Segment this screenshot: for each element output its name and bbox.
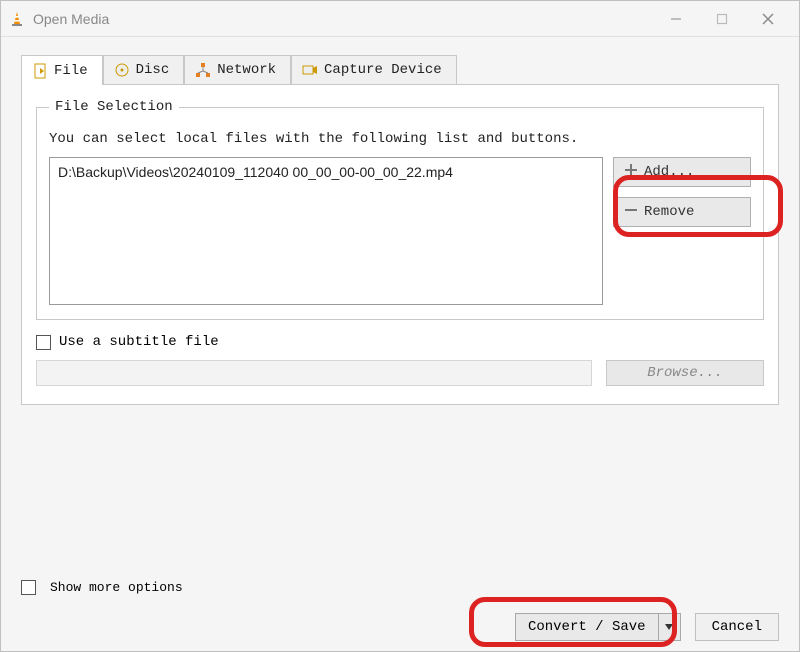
- tab-capture[interactable]: Capture Device: [291, 55, 457, 85]
- tab-disc[interactable]: Disc: [103, 55, 185, 85]
- disc-icon: [114, 62, 130, 78]
- remove-button-label: Remove: [644, 204, 694, 220]
- add-button-label: Add...: [644, 164, 694, 180]
- minus-icon: [624, 203, 638, 222]
- open-media-window: Open Media File Disc: [0, 0, 800, 652]
- file-list[interactable]: D:\Backup\Videos\20240109_112040 00_00_0…: [49, 157, 603, 305]
- footer: Show more options Convert / Save C: [21, 560, 779, 641]
- show-more-label: Show more options: [50, 580, 183, 595]
- titlebar: Open Media: [1, 1, 799, 37]
- window-title: Open Media: [33, 11, 109, 27]
- use-subtitle-row: Use a subtitle file: [36, 334, 764, 350]
- plus-icon: [624, 163, 638, 182]
- client-area: File Disc Network Capture Device: [1, 37, 799, 651]
- convert-save-button[interactable]: Convert / Save: [515, 613, 681, 641]
- file-selection-group: File Selection You can select local file…: [36, 99, 764, 320]
- tab-network[interactable]: Network: [184, 55, 291, 85]
- convert-save-dropdown[interactable]: [658, 614, 680, 640]
- file-selection-help: You can select local files with the foll…: [49, 131, 751, 147]
- network-icon: [195, 62, 211, 78]
- maximize-button[interactable]: [699, 1, 745, 37]
- chevron-down-icon: [665, 619, 673, 635]
- file-selection-legend: File Selection: [49, 99, 179, 115]
- file-icon: [32, 63, 48, 79]
- cancel-button[interactable]: Cancel: [695, 613, 779, 641]
- convert-save-label: Convert / Save: [528, 619, 646, 635]
- tab-capture-label: Capture Device: [324, 62, 442, 78]
- minimize-button[interactable]: [653, 1, 699, 37]
- tab-file-label: File: [54, 63, 88, 79]
- show-more-checkbox[interactable]: [21, 580, 36, 595]
- add-button[interactable]: Add...: [613, 157, 751, 187]
- file-tab-panel: File Selection You can select local file…: [21, 84, 779, 405]
- tab-file[interactable]: File: [21, 55, 103, 85]
- tab-disc-label: Disc: [136, 62, 170, 78]
- browse-button: Browse...: [606, 360, 764, 386]
- use-subtitle-label: Use a subtitle file: [59, 334, 219, 350]
- vlc-cone-icon: [9, 11, 25, 27]
- browse-button-label: Browse...: [647, 365, 723, 381]
- use-subtitle-checkbox[interactable]: [36, 335, 51, 350]
- cancel-label: Cancel: [712, 619, 762, 635]
- tab-network-label: Network: [217, 62, 276, 78]
- subtitle-path-input: [36, 360, 592, 386]
- tabs: File Disc Network Capture Device: [21, 55, 779, 85]
- close-button[interactable]: [745, 1, 791, 37]
- capture-device-icon: [302, 62, 318, 78]
- remove-button[interactable]: Remove: [613, 197, 751, 227]
- file-list-item[interactable]: D:\Backup\Videos\20240109_112040 00_00_0…: [58, 164, 594, 180]
